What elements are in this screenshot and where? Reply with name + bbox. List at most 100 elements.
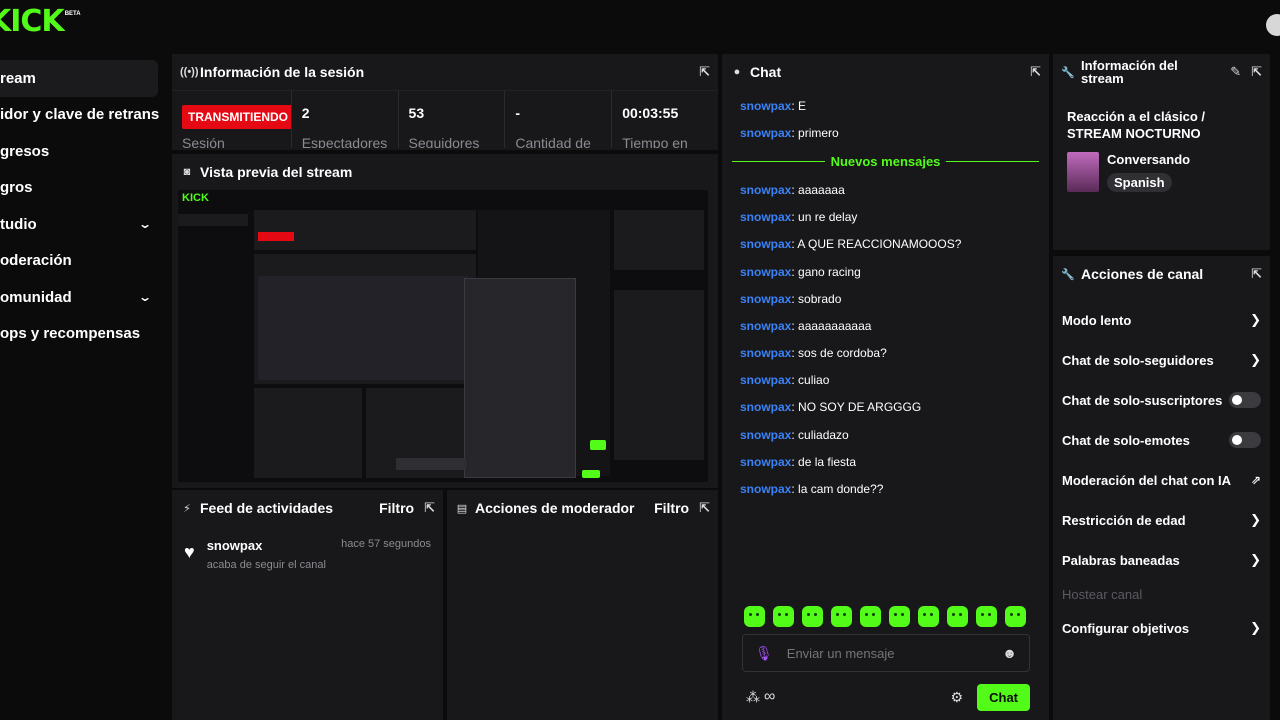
sidebar-item[interactable]: oderación <box>0 243 160 280</box>
session-info-panel: ((•)) Información de la sesión ⇱ TRANSMI… <box>172 54 718 150</box>
chat-message: snowpax: la cam donde?? <box>740 475 1031 502</box>
chevron-down-icon[interactable]: ⌄ <box>138 290 152 304</box>
emote-icon[interactable] <box>744 606 765 627</box>
sidebar-item[interactable]: ream <box>0 60 158 97</box>
sidebar-item[interactable]: gros <box>0 170 160 207</box>
stat-amount: - Cantidad de <box>505 91 613 148</box>
chat-text: : aaaaaaaaaaa <box>791 318 872 333</box>
chat-message: snowpax: sobrado <box>740 285 1031 312</box>
chat-username[interactable]: snowpax <box>740 265 791 279</box>
session-info-header: ((•)) Información de la sesión ⇱ <box>172 54 718 90</box>
chat-title: Chat <box>750 64 782 80</box>
chat-username[interactable]: snowpax <box>740 346 791 360</box>
emoji-icon[interactable]: ☻ <box>1002 645 1017 661</box>
popout-icon[interactable]: ⇱ <box>699 64 710 80</box>
channel-action-item[interactable]: Configurar objetivos ❯ <box>1053 608 1270 648</box>
gear-icon[interactable]: ⚙ <box>951 689 964 706</box>
emote-icon[interactable] <box>947 606 968 627</box>
chat-message: snowpax: culiadazo <box>740 421 1031 448</box>
chevron-right-icon: ❯ <box>1250 352 1261 367</box>
user-avatar[interactable] <box>1266 14 1280 36</box>
chat-username[interactable]: snowpax <box>740 292 791 306</box>
feed-filter-button[interactable]: Filtro <box>379 500 414 516</box>
infinity-icon[interactable]: ∞ <box>764 688 775 706</box>
pencil-icon[interactable]: ✎ <box>1230 64 1241 80</box>
sidebar-item-label: omunidad <box>0 288 72 306</box>
chat-message: snowpax: NO SOY DE ARGGGG <box>740 394 1031 421</box>
kick-logo[interactable]: KICK BETA <box>0 6 81 38</box>
popout-icon[interactable]: ⇱ <box>699 500 710 516</box>
chat-username[interactable]: snowpax <box>740 237 791 251</box>
emote-icon[interactable] <box>831 606 852 627</box>
chat-username[interactable]: snowpax <box>740 99 791 113</box>
chat-username[interactable]: snowpax <box>740 183 791 197</box>
mod-filter-button[interactable]: Filtro <box>654 500 689 516</box>
channel-action-item[interactable]: Restricción de edad ❯ <box>1053 500 1270 540</box>
emote-icon[interactable] <box>918 606 939 627</box>
send-chat-button[interactable]: Chat <box>977 683 1030 711</box>
chevron-down-icon[interactable]: ⌄ <box>138 217 152 231</box>
sidebar-item-label: idor y clave de retransm <box>0 106 160 124</box>
sidebar-item-label: gros <box>0 179 33 197</box>
session-status: TRANSMITIENDO Sesión <box>172 91 292 148</box>
channel-action-item[interactable]: Modo lento ❯ <box>1053 300 1270 340</box>
chat-header: ● Chat ⇱ <box>722 54 1049 90</box>
emote-icon[interactable] <box>773 606 794 627</box>
chat-message: snowpax: aaaaaaa <box>740 176 1031 203</box>
stat-label: Espectadores <box>301 135 388 148</box>
sidebar-item[interactable]: omunidad ⌄ <box>0 279 160 316</box>
emote-icon[interactable] <box>976 606 997 627</box>
dashboard: KICK BETA ream idor y clave de retransm gr… <box>0 0 1280 720</box>
preview-logo: KICK <box>182 192 209 204</box>
emote-icon[interactable] <box>1005 606 1026 627</box>
chevron-right-icon: ❯ <box>1250 552 1261 567</box>
sidebar-item[interactable]: idor y clave de retransm <box>0 97 160 134</box>
popout-icon[interactable]: ⇱ <box>1030 64 1041 80</box>
stat-label: Seguidores <box>408 135 480 148</box>
points-icon[interactable]: ⁂ <box>746 689 760 706</box>
popout-icon[interactable]: ⇱ <box>1251 64 1262 80</box>
chat-message: snowpax: culiao <box>740 367 1031 394</box>
emote-icon[interactable] <box>802 606 823 627</box>
channel-action-item[interactable]: Chat de solo-seguidores ❯ <box>1053 340 1270 380</box>
chat-username[interactable]: snowpax <box>740 428 791 442</box>
stream-info-title: Información del stream <box>1081 58 1178 86</box>
channel-actions-list: Modo lento ❯ Chat de solo-seguidores ❯ Chat … <box>1053 292 1270 648</box>
sidebar-item[interactable]: ops y recompensas <box>0 316 160 353</box>
channel-action-item[interactable]: Palabras baneadas ❯ <box>1053 540 1270 580</box>
chat-username[interactable]: snowpax <box>740 455 791 469</box>
emote-icon[interactable] <box>889 606 910 627</box>
channel-action-item[interactable]: Chat de solo-suscriptores <box>1053 380 1270 420</box>
chat-username[interactable]: snowpax <box>740 319 791 333</box>
feed-username[interactable]: snowpax <box>207 538 263 553</box>
sidebar-item[interactable]: gresos <box>0 133 160 170</box>
chat-username[interactable]: snowpax <box>740 373 791 387</box>
chat-username[interactable]: snowpax <box>740 210 791 224</box>
toggle-switch[interactable] <box>1229 432 1261 448</box>
chat-username[interactable]: snowpax <box>740 482 791 496</box>
chat-message-input[interactable] <box>786 645 1003 661</box>
sidebar-item[interactable]: tudio ⌄ <box>0 206 160 243</box>
chat-username[interactable]: snowpax <box>740 400 791 414</box>
stream-preview-header: ◙ Vista previa del stream <box>172 154 718 190</box>
channel-action-label: Hostear canal <box>1062 586 1143 602</box>
stat-label: Cantidad de <box>515 135 591 148</box>
feed-description: acaba de seguir el canal <box>206 559 326 571</box>
mod-actions-title: Acciones de moderador <box>475 500 635 516</box>
popout-icon[interactable]: ⇱ <box>424 500 435 516</box>
microphone-icon[interactable]: 🎙 <box>755 645 773 662</box>
chat-text: : A QUE REACCIONAMOOOS? <box>791 237 962 252</box>
chat-username[interactable]: snowpax <box>740 126 791 140</box>
chat-message: snowpax: un re delay <box>740 204 1031 231</box>
channel-action-item[interactable]: Moderación del chat con IA ⇗ <box>1053 460 1270 500</box>
stat-value: 53 <box>408 105 425 121</box>
stream-preview-video[interactable]: KICK <box>178 190 708 482</box>
toggle-switch[interactable] <box>1229 392 1261 408</box>
emote-icon[interactable] <box>860 606 881 627</box>
mod-actions-header: ▤ Acciones de moderador Filtro ⇱ <box>447 490 718 526</box>
chat-text: : culiadazo <box>791 427 849 442</box>
channel-action-item[interactable]: Chat de solo-emotes <box>1053 420 1270 460</box>
chat-message: snowpax: sos de cordoba? <box>740 340 1031 367</box>
popout-icon[interactable]: ⇱ <box>1251 266 1262 282</box>
category-name[interactable]: Conversando <box>1107 152 1190 167</box>
